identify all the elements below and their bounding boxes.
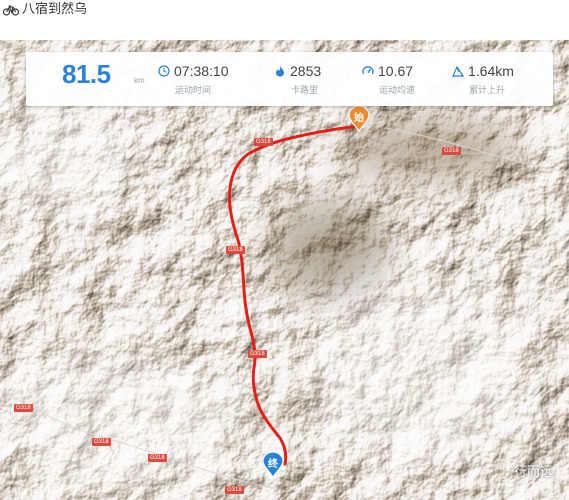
bicycle-icon xyxy=(3,5,19,16)
title-bar: 八宿到然乌 xyxy=(0,0,569,40)
calories-value: 2853 xyxy=(290,63,322,79)
road-label: G318 xyxy=(92,438,111,446)
speedometer-icon xyxy=(362,66,374,75)
stats-panel: 81.5 km 07:38:10 运动时间 2853 卡路里 10.67 运动均… xyxy=(26,52,553,106)
road-label: G318 xyxy=(148,454,167,462)
end-label: 终 xyxy=(268,459,278,470)
distance-unit: km xyxy=(134,76,145,85)
calories-label: 卡路里 xyxy=(291,86,319,96)
clock-icon xyxy=(158,65,170,77)
start-marker[interactable]: 始 xyxy=(348,105,370,137)
road-label: G318 xyxy=(14,404,33,412)
duration-label: 运动时间 xyxy=(175,86,212,96)
road-label: G318 xyxy=(442,147,461,155)
map-terrain xyxy=(0,40,569,500)
speed-label: 运动均速 xyxy=(379,86,416,96)
mountain-icon xyxy=(452,65,464,77)
road-label: G318 xyxy=(254,138,273,146)
ascent-value: 1.64km xyxy=(468,63,514,79)
start-label: 始 xyxy=(354,113,364,124)
window-title: 八宿到然乌 xyxy=(22,2,88,17)
flame-icon xyxy=(276,66,284,77)
satellite-map[interactable]: G318 G318 G318 G318 G318 G318 G318 G318 … xyxy=(0,40,569,500)
road-label: G318 xyxy=(226,246,245,254)
speed-value: 10.67 xyxy=(378,63,414,79)
end-marker[interactable]: 终 xyxy=(262,451,284,483)
road-label: G318 xyxy=(248,350,267,358)
road-label: G318 xyxy=(225,486,244,494)
distance-value: 81.5 xyxy=(62,59,111,89)
ascent-label: 累计上升 xyxy=(469,86,506,96)
watermark: 行而远 xyxy=(513,465,553,480)
duration-value: 07:38:10 xyxy=(174,63,229,79)
